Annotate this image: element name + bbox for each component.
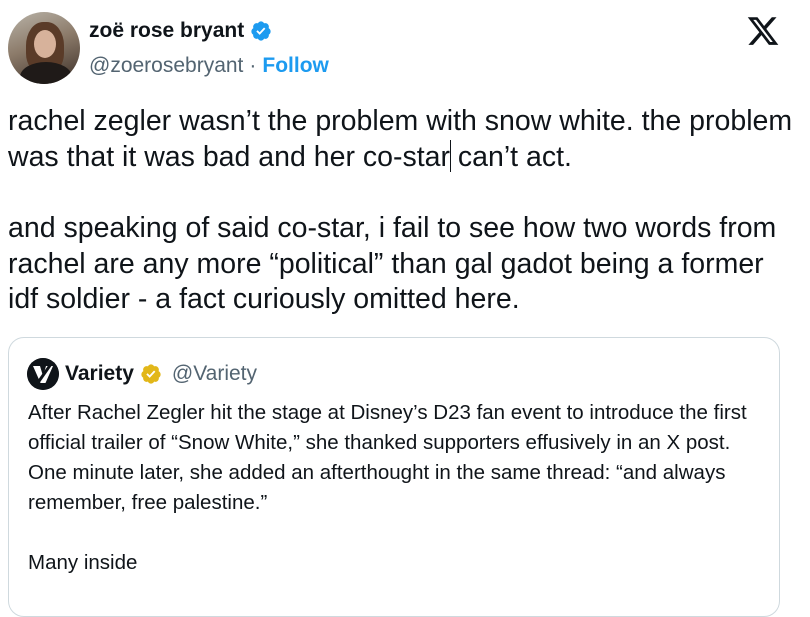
author-handle-row: @zoerosebryant · Follow [89, 54, 329, 78]
author-display-name[interactable]: zoë rose bryant [89, 19, 244, 43]
quoted-tweet-card[interactable]: Variety @Variety After Rachel Zegler hit… [8, 337, 780, 617]
quoted-tweet-header: Variety @Variety [27, 358, 257, 390]
verified-badge-icon [251, 21, 271, 41]
x-logo-icon[interactable] [746, 14, 780, 48]
gold-verified-badge-icon [141, 364, 161, 384]
avatar-face [34, 30, 56, 58]
quoted-paragraph-2: Many inside [28, 551, 138, 574]
author-name-row: zoë rose bryant [89, 19, 272, 43]
avatar-shoulder [20, 62, 72, 84]
tweet-header: zoë rose bryant @zoerosebryant · Follow [8, 12, 802, 84]
variety-logo-icon[interactable] [27, 358, 59, 390]
quoted-display-name[interactable]: Variety [65, 362, 134, 386]
quoted-paragraph-1: After Rachel Zegler hit the stage at Dis… [28, 401, 747, 514]
author-handle[interactable]: @zoerosebryant [89, 54, 243, 78]
tweet-paragraph-1-b: can’t act. [449, 140, 572, 173]
separator-dot: · [249, 54, 257, 77]
avatar[interactable] [8, 12, 80, 84]
tweet-paragraph-1-a: rachel zegler wasn’t the problem with sn… [8, 105, 793, 173]
quoted-handle[interactable]: @Variety [172, 362, 257, 386]
tweet-paragraph-1: rachel zegler wasn’t the problem with sn… [8, 104, 798, 175]
quoted-tweet-body: After Rachel Zegler hit the stage at Dis… [28, 398, 768, 578]
follow-button[interactable]: Follow [262, 54, 329, 78]
tweet-body: rachel zegler wasn’t the problem with sn… [8, 104, 798, 318]
tweet-paragraph-2: and speaking of said co-star, i fail to … [8, 212, 777, 315]
